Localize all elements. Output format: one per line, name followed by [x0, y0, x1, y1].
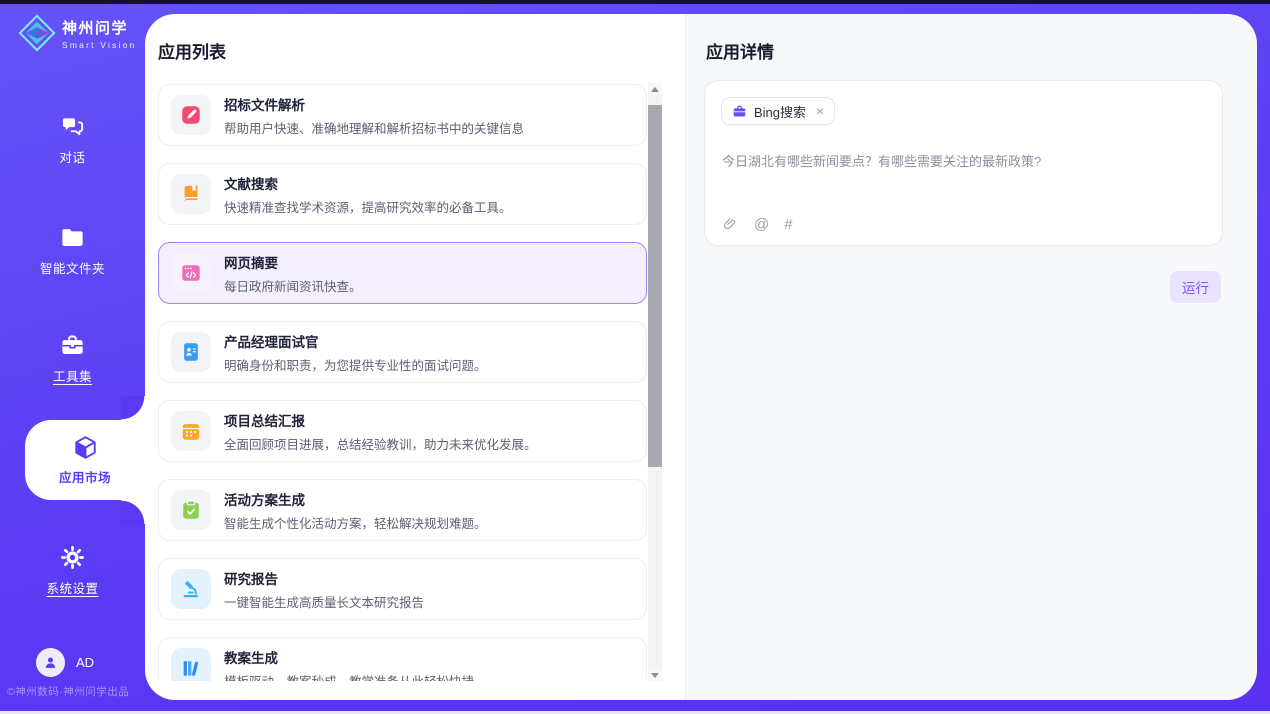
scrollbar-down-arrow-icon[interactable]	[648, 669, 662, 681]
app-card-description: 智能生成个性化活动方案，轻松解决规划难题。	[224, 513, 487, 532]
edit-doc-icon	[180, 104, 202, 126]
app-list-section: 应用列表 招标文件解析 帮助用户快速、准确地理解和解析招标书中的关键信息 文献搜…	[145, 14, 685, 700]
shenzhou-wenxue-app-window: 神州问学 Smart Vision 对话 智能文件夹 工具集 应用市场 系统设置…	[0, 0, 1270, 714]
app-card[interactable]: 产品经理面试官 明确身份和职责，为您提供专业性的面试问题。	[158, 321, 647, 383]
app-card-description: 快速精准查找学术资源，提高研究效率的必备工具。	[224, 197, 512, 216]
app-card-title: 项目总结汇报	[224, 410, 537, 430]
book-icon	[180, 183, 202, 205]
user-account[interactable]: AD	[36, 648, 94, 677]
copyright-text: ©神州数码·神州问学出品	[7, 684, 129, 699]
gear-icon	[59, 544, 86, 571]
app-card-list: 招标文件解析 帮助用户快速、准确地理解和解析招标书中的关键信息 文献搜索 快速精…	[158, 84, 647, 681]
app-card-title: 活动方案生成	[224, 489, 487, 509]
app-detail-title: 应用详情	[706, 38, 774, 63]
prompt-text[interactable]: 今日湖北有哪些新闻要点？有哪些需要关注的最新政策?	[722, 151, 1206, 170]
app-card-title: 产品经理面试官	[224, 331, 487, 351]
app-card[interactable]: 项目总结汇报 全面回顾项目进展，总结经验教训，助力未来优化发展。	[158, 400, 647, 462]
microscope-icon	[180, 578, 202, 600]
app-card[interactable]: 文献搜索 快速精准查找学术资源，提高研究效率的必备工具。	[158, 163, 647, 225]
app-card-description: 模板驱动，教案秒成，教学准备从此轻松快捷	[224, 671, 474, 682]
run-button[interactable]: 运行	[1170, 271, 1221, 303]
app-card-title: 研究报告	[224, 568, 424, 588]
scrollbar-up-arrow-icon[interactable]	[648, 83, 662, 95]
app-logo: 神州问学 Smart Vision	[18, 14, 136, 52]
app-detail-section: 应用详情 Bing搜索 × 今日湖北有哪些新闻要点？有哪些需要关注的最新政策?	[685, 14, 1257, 700]
composer-card[interactable]: Bing搜索 × 今日湖北有哪些新闻要点？有哪些需要关注的最新政策? @ #	[704, 80, 1223, 246]
folder-icon	[59, 224, 86, 251]
app-card[interactable]: 网页摘要 每日政府新闻资讯快查。	[158, 242, 647, 304]
app-list-title: 应用列表	[158, 38, 226, 63]
app-card[interactable]: 招标文件解析 帮助用户快速、准确地理解和解析招标书中的关键信息	[158, 84, 647, 146]
app-card[interactable]: 教案生成 模板驱动，教案秒成，教学准备从此轻松快捷	[158, 637, 647, 681]
app-card-description: 明确身份和职责，为您提供专业性的面试问题。	[224, 355, 487, 374]
composer-toolbar: @ #	[722, 216, 793, 233]
scrollbar-track[interactable]	[648, 95, 662, 669]
clipboard-check-icon	[180, 499, 202, 521]
sidebar-item-app-market[interactable]: 应用市场	[25, 420, 145, 500]
calendar-icon	[180, 420, 202, 442]
briefcase-icon	[732, 104, 747, 119]
hash-icon[interactable]: #	[784, 216, 792, 233]
scrollbar-thumb[interactable]	[648, 105, 662, 467]
user-initials: AD	[76, 655, 94, 670]
cube-icon	[72, 434, 99, 461]
app-card-description: 帮助用户快速、准确地理解和解析招标书中的关键信息	[224, 118, 524, 137]
chat-icon	[59, 113, 86, 140]
attachment-icon[interactable]	[722, 216, 739, 233]
app-card[interactable]: 研究报告 一键智能生成高质量长文本研究报告	[158, 558, 647, 620]
app-card-description: 每日政府新闻资讯快查。	[224, 276, 362, 295]
app-card-title: 教案生成	[224, 647, 474, 667]
window-top-edge	[0, 0, 1270, 4]
app-card-title: 文献搜索	[224, 173, 512, 193]
sidebar: 神州问学 Smart Vision 对话 智能文件夹 工具集 应用市场 系统设置…	[0, 4, 145, 714]
logo-subtitle: Smart Vision	[62, 40, 136, 50]
tool-tag-bing-search[interactable]: Bing搜索 ×	[721, 97, 835, 125]
content-panel: 应用列表 招标文件解析 帮助用户快速、准确地理解和解析招标书中的关键信息 文献搜…	[145, 14, 1257, 700]
app-card-description: 全面回顾项目进展，总结经验教训，助力未来优化发展。	[224, 434, 537, 453]
app-card-description: 一键智能生成高质量长文本研究报告	[224, 592, 424, 611]
resume-icon	[180, 341, 202, 363]
avatar	[36, 648, 65, 677]
sidebar-item-system-settings[interactable]: 系统设置	[0, 544, 145, 597]
scrollbar[interactable]	[648, 83, 662, 681]
sidebar-item-toolset[interactable]: 工具集	[0, 332, 145, 385]
app-card[interactable]: 活动方案生成 智能生成个性化活动方案，轻松解决规划难题。	[158, 479, 647, 541]
mention-icon[interactable]: @	[754, 216, 769, 233]
sidebar-item-smart-folder[interactable]: 智能文件夹	[0, 224, 145, 277]
sidebar-item-chat[interactable]: 对话	[0, 113, 145, 166]
logo-title: 神州问学	[62, 17, 136, 38]
close-icon[interactable]: ×	[816, 104, 824, 118]
toolbox-icon	[59, 332, 86, 359]
app-card-title: 网页摘要	[224, 252, 362, 272]
app-card-title: 招标文件解析	[224, 94, 524, 114]
logo-diamond-icon	[18, 14, 56, 52]
browser-code-icon	[180, 262, 202, 284]
books-icon	[180, 657, 202, 679]
tool-tag-label: Bing搜索	[754, 102, 806, 121]
